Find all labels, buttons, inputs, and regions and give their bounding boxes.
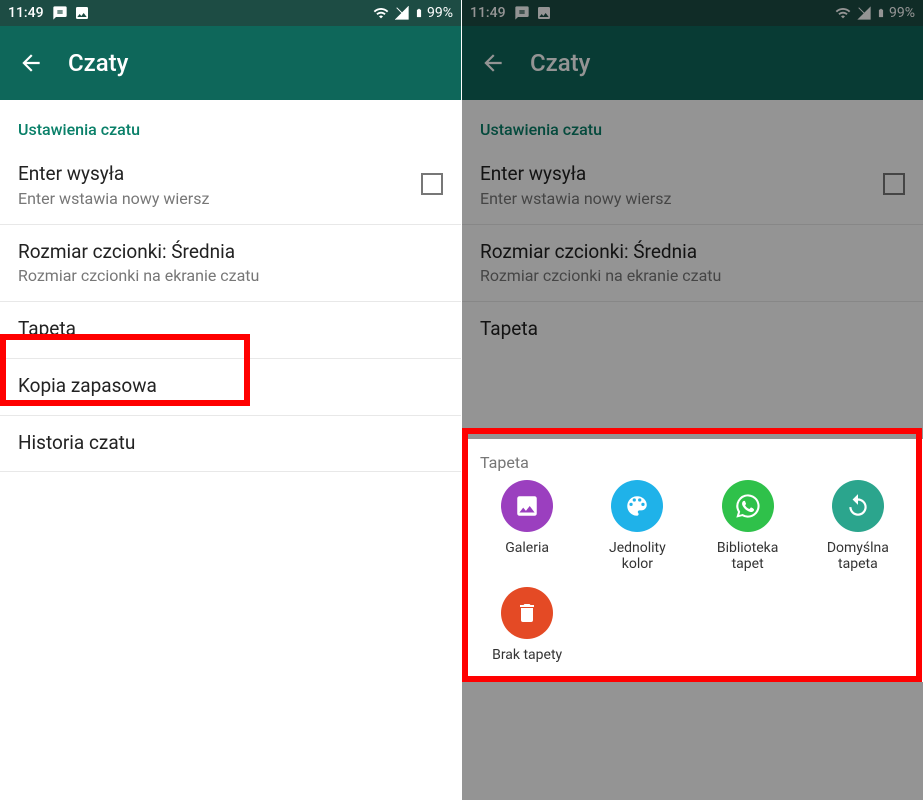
setting-item-backup[interactable]: Kopia zapasowa — [0, 359, 461, 416]
setting-primary: Enter wysyła — [18, 161, 421, 187]
setting-item-wallpaper[interactable]: Tapeta — [0, 302, 461, 359]
setting-secondary: Enter wstawia nowy wiersz — [18, 189, 421, 208]
status-bar-left: 11:49 99% — [0, 0, 461, 26]
signal-icon — [393, 5, 411, 21]
message-icon — [52, 5, 68, 21]
setting-item-font-size[interactable]: Rozmiar czcionki: Średnia Rozmiar czcion… — [0, 225, 461, 303]
app-bar-title: Czaty — [68, 49, 128, 77]
section-header-chat-settings: Ustawienia czatu — [0, 100, 461, 147]
annotation-highlight-sheet — [462, 428, 922, 682]
settings-content: Ustawienia czatu Enter wysyła Enter wsta… — [0, 100, 461, 472]
app-bar-left: Czaty — [0, 26, 461, 100]
setting-item-enter-sends[interactable]: Enter wysyła Enter wstawia nowy wiersz — [0, 147, 461, 225]
battery-icon — [414, 5, 424, 21]
status-right-icons: 99% — [372, 5, 453, 21]
screen-settings: 11:49 99% Czaty Ustawienia czatu Enter w… — [0, 0, 461, 800]
status-notification-icons — [52, 5, 90, 21]
setting-item-history[interactable]: Historia czatu — [0, 416, 461, 473]
status-time: 11:49 — [8, 5, 44, 21]
picture-icon — [74, 5, 90, 21]
arrow-back-icon — [18, 50, 44, 76]
screen-wallpaper-picker: 11:49 99% Czaty Ustawienia czatu Enter w… — [462, 0, 923, 800]
wifi-icon — [372, 5, 390, 21]
setting-primary: Kopia zapasowa — [18, 373, 443, 399]
setting-primary: Rozmiar czcionki: Średnia — [18, 239, 443, 265]
setting-primary: Tapeta — [18, 316, 443, 342]
setting-secondary: Rozmiar czcionki na ekranie czatu — [18, 266, 443, 285]
setting-primary: Historia czatu — [18, 430, 443, 456]
back-button[interactable] — [18, 50, 44, 76]
battery-percent: 99% — [427, 5, 453, 21]
checkbox-enter-sends[interactable] — [421, 173, 443, 195]
